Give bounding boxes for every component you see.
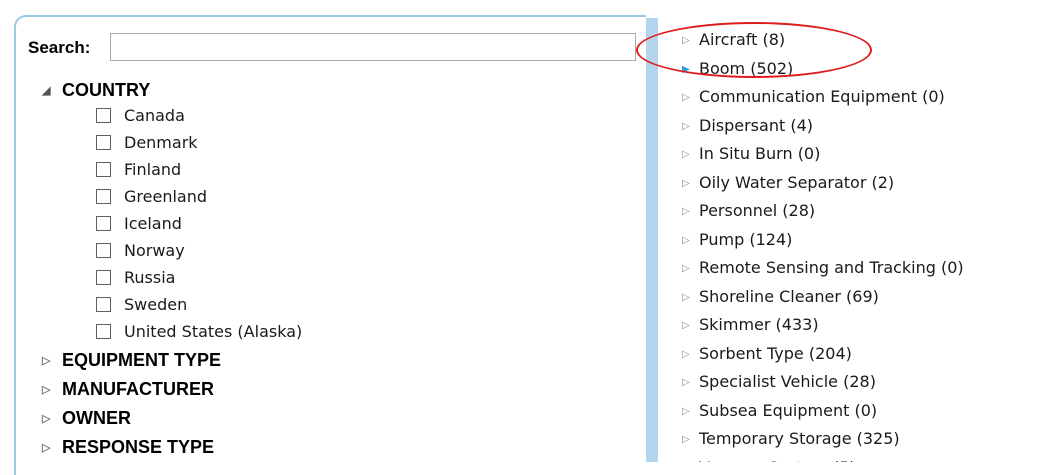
category-item[interactable]: ▷ Sorbent Type (204) [682, 340, 852, 368]
collapsed-triangle-icon[interactable]: ▷ [42, 348, 62, 374]
category-label: Boom (502) [699, 58, 794, 78]
country-option-label: Finland [124, 160, 182, 179]
collapsed-triangle-icon[interactable]: ▷ [42, 435, 62, 461]
category-label: Sorbent Type (204) [699, 343, 852, 363]
expanded-triangle-icon[interactable]: ◢ [42, 78, 62, 104]
category-item[interactable]: ▶ Boom (502) [682, 55, 793, 83]
category-label: In Situ Burn (0) [699, 144, 821, 163]
country-option-label: Denmark [124, 133, 198, 152]
country-option-label: Iceland [124, 214, 182, 233]
country-option-label: Russia [124, 268, 176, 287]
country-option-label: Norway [124, 241, 185, 260]
expand-triangle-icon[interactable]: ▷ [682, 284, 699, 312]
tree-node-label: COUNTRY [62, 80, 151, 100]
category-item[interactable]: ▷ Skimmer (433) [682, 311, 819, 339]
category-label: Remote Sensing and Tracking (0) [699, 258, 964, 277]
checkbox[interactable] [96, 135, 111, 150]
category-label: Pump (124) [699, 229, 793, 249]
expand-triangle-icon[interactable]: ▷ [682, 369, 699, 397]
expand-triangle-icon[interactable]: ▶ [682, 56, 699, 84]
checkbox[interactable] [96, 189, 111, 204]
tree-node-equipment-type[interactable]: ▷ EQUIPMENT TYPE [42, 347, 221, 373]
expand-triangle-icon[interactable]: ▷ [682, 341, 699, 369]
category-item[interactable]: ▷Vacuum System (5) [682, 454, 856, 463]
expand-triangle-icon[interactable]: ▷ [682, 398, 699, 426]
checkbox[interactable] [96, 162, 111, 177]
category-item[interactable]: ▷ Specialist Vehicle (28) [682, 368, 876, 396]
collapsed-triangle-icon[interactable]: ▷ [42, 377, 62, 403]
category-label: Personnel (28) [699, 201, 816, 220]
checkbox[interactable] [96, 108, 111, 123]
category-label: Temporary Storage (325) [699, 429, 900, 448]
category-item[interactable]: ▷ Aircraft (8) [682, 26, 785, 54]
country-option-label: Sweden [124, 295, 188, 314]
category-label: Skimmer (433) [699, 315, 819, 334]
tree-node-response-type[interactable]: ▷ RESPONSE TYPE [42, 434, 214, 460]
category-label: Aircraft (8) [699, 30, 786, 49]
search-label: Search: [28, 38, 91, 57]
checkbox[interactable] [96, 243, 111, 258]
search-input[interactable] [110, 33, 636, 61]
expand-triangle-icon[interactable]: ▷ [682, 27, 699, 55]
checkbox[interactable] [96, 324, 111, 339]
category-item[interactable]: ▷ Personnel (28) [682, 197, 815, 225]
category-item[interactable]: ▷ Remote Sensing and Tracking (0) [682, 254, 964, 282]
category-item[interactable]: ▷ Oily Water Separator (2) [682, 169, 894, 197]
country-option-label: United States (Alaska) [124, 322, 303, 341]
checkbox[interactable] [96, 270, 111, 285]
tree-node-label: RESPONSE TYPE [62, 437, 215, 457]
expand-triangle-icon[interactable]: ▷ [682, 455, 699, 463]
category-label: Oily Water Separator (2) [699, 172, 895, 192]
country-option-label: Canada [124, 106, 185, 125]
category-item[interactable]: ▷ Dispersant (4) [682, 112, 813, 140]
expand-triangle-icon[interactable]: ▷ [682, 170, 699, 198]
category-label: Specialist Vehicle (28) [699, 372, 876, 391]
category-item[interactable]: ▷ Subsea Equipment (0) [682, 397, 877, 425]
panel-splitter[interactable] [646, 18, 658, 462]
expand-triangle-icon[interactable]: ▷ [682, 426, 699, 454]
country-option-label: Greenland [124, 187, 207, 206]
category-item[interactable]: ▷ Shoreline Cleaner (69) [682, 283, 879, 311]
category-label: Dispersant (4) [699, 115, 813, 135]
collapsed-triangle-icon[interactable]: ▷ [42, 406, 62, 432]
tree-node-manufacturer[interactable]: ▷ MANUFACTURER [42, 376, 214, 402]
category-label: Subsea Equipment (0) [699, 400, 878, 420]
tree-node-owner[interactable]: ▷ OWNER [42, 405, 131, 431]
expand-triangle-icon[interactable]: ▷ [682, 113, 699, 141]
tree-node-country[interactable]: ◢ COUNTRY [42, 77, 150, 103]
category-label: Vacuum System (5) [699, 458, 856, 463]
expand-triangle-icon[interactable]: ▷ [682, 141, 699, 169]
category-panel: ▷ Aircraft (8) ▶ Boom (502) ▷ Communication E… [658, 18, 1054, 462]
search-row: Search: [28, 33, 648, 63]
category-item[interactable]: ▷ In Situ Burn (0) [682, 140, 820, 168]
filter-panel: Search: ◢ COUNTRY Canada Denmark Finland Gree… [14, 15, 646, 475]
expand-triangle-icon[interactable]: ▷ [682, 312, 699, 340]
checkbox[interactable] [96, 297, 111, 312]
category-item[interactable]: ▷ Pump (124) [682, 226, 792, 254]
expand-triangle-icon[interactable]: ▷ [682, 198, 699, 226]
category-label: Shoreline Cleaner (69) [699, 286, 879, 306]
tree-node-label: OWNER [62, 408, 131, 428]
expand-triangle-icon[interactable]: ▷ [682, 227, 699, 255]
expand-triangle-icon[interactable]: ▷ [682, 255, 699, 283]
tree-node-label: EQUIPMENT TYPE [62, 350, 222, 370]
category-label: Communication Equipment (0) [699, 87, 945, 106]
checkbox[interactable] [96, 216, 111, 231]
category-item[interactable]: ▷ Communication Equipment (0) [682, 83, 945, 111]
expand-triangle-icon[interactable]: ▷ [682, 84, 699, 112]
category-item[interactable]: ▷ Temporary Storage (325) [682, 425, 900, 453]
tree-node-label: MANUFACTURER [62, 379, 214, 399]
